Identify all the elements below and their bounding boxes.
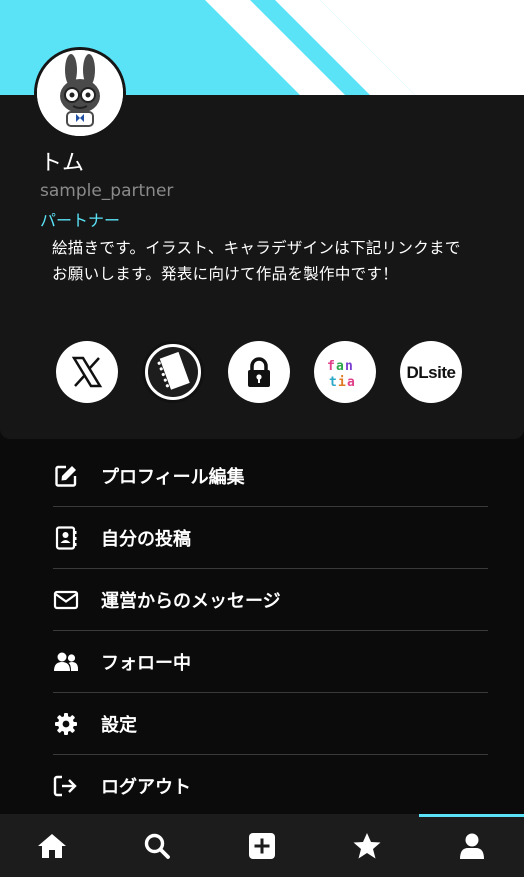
- social-link-x[interactable]: [56, 341, 118, 403]
- menu-item-label: 設定: [101, 714, 137, 736]
- svg-text:i: i: [338, 375, 346, 390]
- search-icon: [144, 833, 171, 859]
- menu-item-logout[interactable]: ログアウト: [53, 755, 488, 817]
- users-icon: [53, 649, 79, 675]
- menu-item-label: 自分の投稿: [101, 528, 191, 550]
- nav-home[interactable]: [0, 814, 105, 877]
- nav-favorites[interactable]: [314, 814, 419, 877]
- profile-menu: プロフィール編集 自分の投稿 運営からのメッセージ フォロー中 設定 ログアウト: [53, 445, 488, 817]
- svg-text:t: t: [329, 375, 337, 390]
- gear-icon: [53, 711, 79, 737]
- profile-handle: sample_partner: [40, 181, 174, 201]
- lock-icon: [248, 357, 270, 387]
- menu-item-edit-profile[interactable]: プロフィール編集: [53, 445, 488, 507]
- x-icon: [71, 356, 103, 388]
- home-icon: [38, 833, 67, 858]
- svg-text:n: n: [345, 359, 353, 374]
- menu-item-label: プロフィール編集: [101, 466, 245, 488]
- svg-text:DLsite: DLsite: [407, 363, 456, 382]
- svg-text:a: a: [347, 375, 355, 390]
- menu-item-messages[interactable]: 運営からのメッセージ: [53, 569, 488, 631]
- nav-profile[interactable]: [419, 814, 524, 877]
- svg-text:a: a: [336, 359, 344, 374]
- profile-name: トム: [40, 151, 85, 176]
- profile-role: パートナー: [40, 211, 121, 230]
- nav-create-post[interactable]: [210, 814, 315, 877]
- menu-item-label: ログアウト: [101, 776, 191, 798]
- bottom-nav: [0, 814, 524, 877]
- contact-book-icon: [53, 525, 79, 551]
- svg-text:f: f: [327, 359, 335, 374]
- menu-item-my-posts[interactable]: 自分の投稿: [53, 507, 488, 569]
- social-link-fantia[interactable]: f a n t i a: [314, 341, 376, 403]
- logout-icon: [53, 773, 79, 799]
- rabbit-avatar-icon: [37, 50, 123, 136]
- fantia-icon: f a n t i a: [327, 359, 355, 390]
- social-link-notebook[interactable]: [142, 341, 204, 403]
- menu-item-label: 運営からのメッセージ: [101, 590, 281, 612]
- menu-item-following[interactable]: フォロー中: [53, 631, 488, 693]
- edit-icon: [53, 463, 79, 489]
- envelope-icon: [53, 587, 79, 613]
- social-link-lock[interactable]: [228, 341, 290, 403]
- menu-item-label: フォロー中: [101, 652, 191, 674]
- profile-bio: 絵描きです。イラスト、キャラデザインは下記リンクまでお願いします。発表に向けて作…: [52, 239, 461, 283]
- menu-item-settings[interactable]: 設定: [53, 693, 488, 755]
- dlsite-icon: DLsite: [407, 363, 457, 382]
- social-link-dlsite[interactable]: DLsite: [400, 341, 462, 403]
- avatar[interactable]: [34, 47, 126, 139]
- user-icon: [459, 833, 484, 859]
- notebook-icon: [148, 347, 198, 397]
- plus-square-icon: [248, 832, 275, 859]
- star-icon: [353, 832, 381, 858]
- nav-search[interactable]: [105, 814, 210, 877]
